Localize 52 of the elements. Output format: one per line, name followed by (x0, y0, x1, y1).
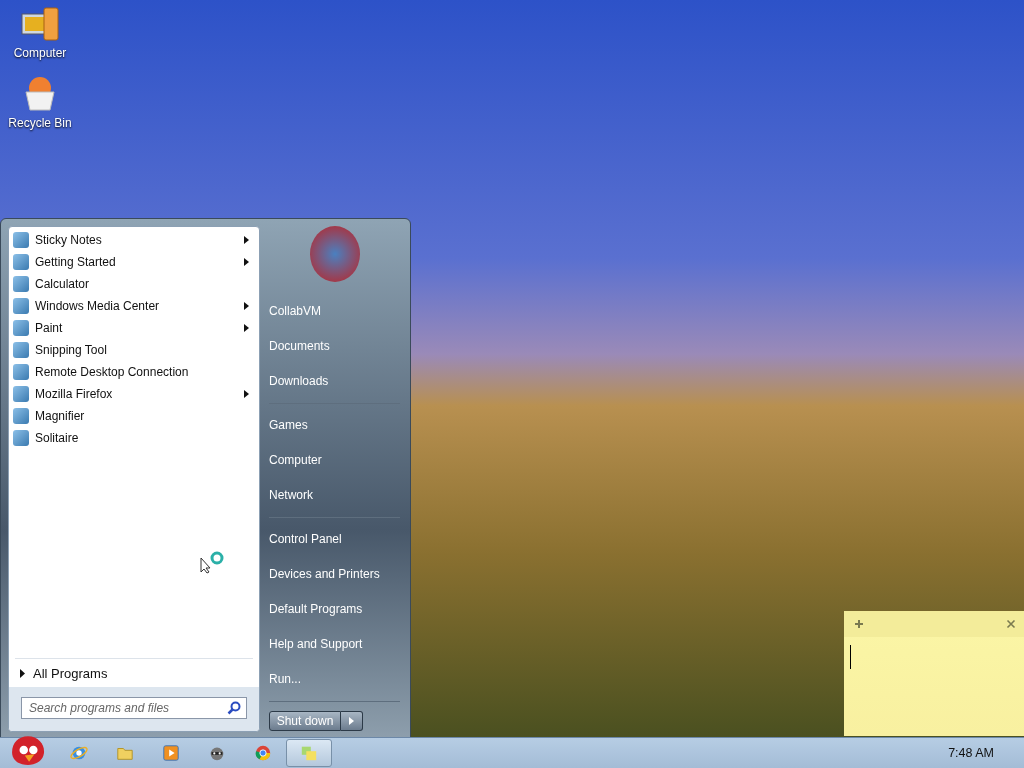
program-item[interactable]: Snipping Tool (9, 339, 259, 361)
menu-place-item[interactable]: Network (269, 478, 400, 513)
menu-place-item[interactable]: Default Programs (269, 592, 400, 627)
program-icon (13, 298, 29, 314)
submenu-arrow-icon (244, 390, 249, 398)
program-icon (13, 364, 29, 380)
submenu-arrow-icon (244, 236, 249, 244)
program-item[interactable]: Solitaire (9, 427, 259, 449)
submenu-arrow-icon (244, 302, 249, 310)
program-item[interactable]: Calculator (9, 273, 259, 295)
program-icon (13, 320, 29, 336)
submenu-arrow-icon (244, 258, 249, 266)
menu-place-item[interactable]: Games (269, 408, 400, 443)
program-icon (13, 232, 29, 248)
expand-arrow-icon (20, 668, 25, 678)
desktop-icon-label[interactable]: Computer (13, 46, 67, 60)
computer-icon[interactable] (20, 6, 60, 42)
menu-place-item[interactable]: Devices and Printers (269, 557, 400, 592)
close-icon[interactable] (1006, 619, 1016, 629)
program-icon (13, 430, 29, 446)
program-icon (13, 386, 29, 402)
program-item[interactable]: Remote Desktop Connection (9, 361, 259, 383)
search-icon (227, 701, 241, 715)
program-item[interactable]: Getting Started (9, 251, 259, 273)
media-player-icon (162, 744, 180, 762)
desktop-icon-label[interactable]: Recycle Bin (8, 116, 72, 130)
menu-place-item[interactable]: Computer (269, 443, 400, 478)
arrow-icon (349, 717, 354, 725)
user-picture[interactable] (309, 226, 360, 282)
program-icon (13, 408, 29, 424)
menu-place-item[interactable]: Help and Support (269, 627, 400, 662)
chrome-icon (254, 744, 272, 762)
menu-place-item[interactable]: Control Panel (269, 522, 400, 557)
search-field[interactable]: Search programs and files (21, 697, 247, 719)
program-item[interactable]: Paint (9, 317, 259, 339)
shut-down-options-button[interactable] (341, 711, 363, 731)
program-item[interactable]: Sticky Notes (9, 229, 259, 251)
program-icon (13, 276, 29, 292)
taskbar-button[interactable] (286, 739, 332, 767)
program-icon (13, 342, 29, 358)
program-item[interactable]: Magnifier (9, 405, 259, 427)
sticky-notes-icon (300, 744, 318, 762)
program-item[interactable]: Mozilla Firefox (9, 383, 259, 405)
add-icon[interactable] (854, 619, 864, 629)
program-icon (13, 254, 29, 270)
clock[interactable]: 7:48 AM (948, 746, 994, 760)
browser-icon (70, 744, 88, 762)
menu-place-item[interactable]: Downloads (269, 364, 400, 399)
menu-place-item[interactable]: Run... (269, 662, 400, 697)
submenu-arrow-icon (244, 324, 249, 332)
program-item[interactable]: Windows Media Center (9, 295, 259, 317)
menu-place-item[interactable]: Documents (269, 329, 400, 364)
